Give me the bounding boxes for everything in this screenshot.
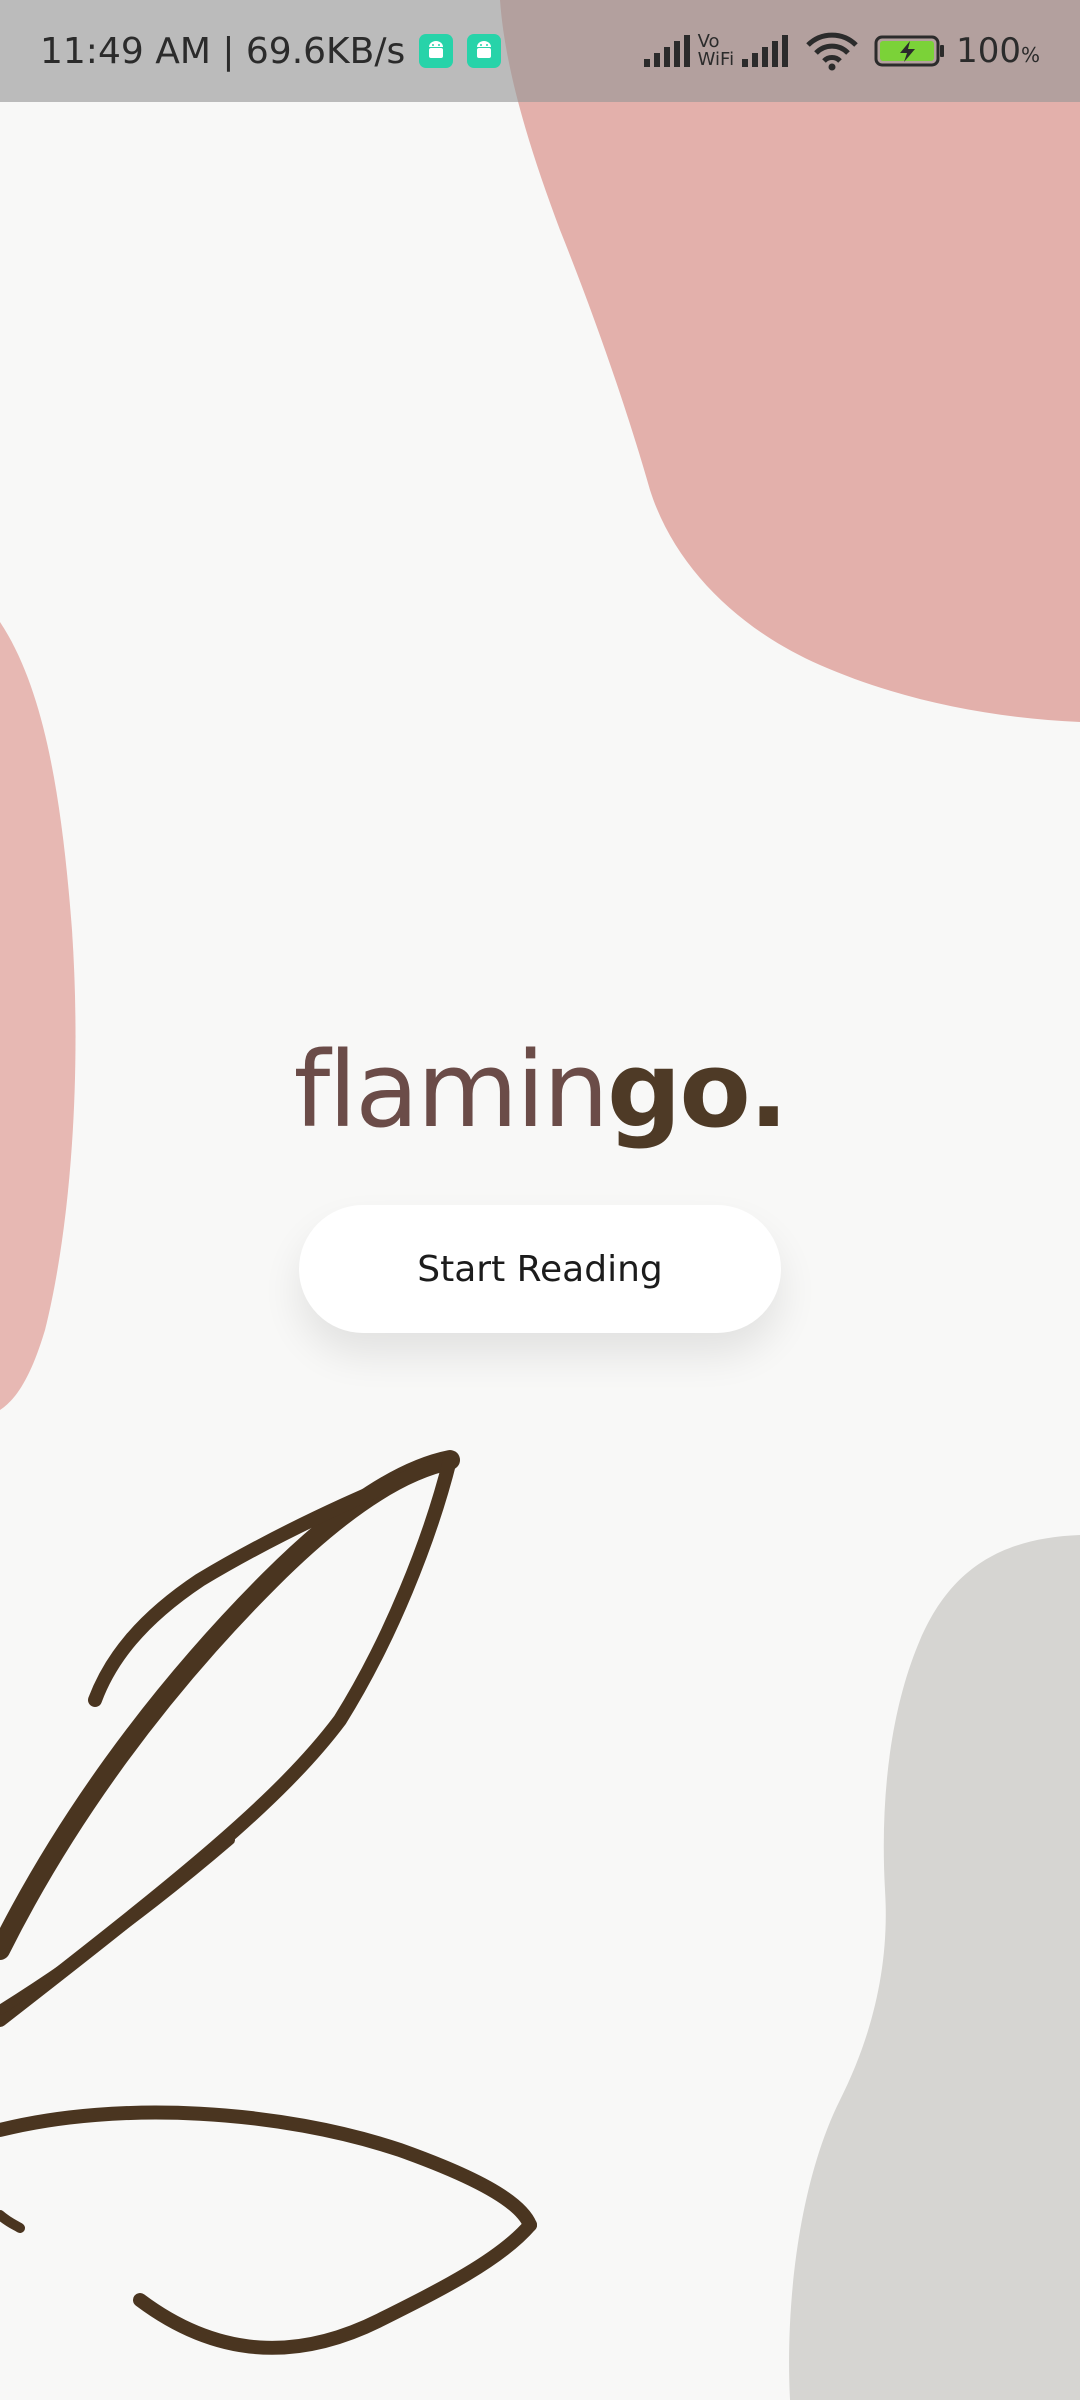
time-and-network-speed: 11:49 AM | 69.6KB/s [40,30,406,72]
status-bar: 11:49 AM | 69.6KB/s Vo WiFi 100% [0,0,1080,102]
cell-signal-icon [643,35,690,67]
pink-blob-top-right [500,0,1080,722]
battery-charging-icon [874,35,945,67]
android-icon [467,34,502,68]
leaf-illustration [0,1450,537,2355]
logo-text-bold: go. [606,1029,788,1151]
status-bar-left: 11:49 AM | 69.6KB/s [40,0,502,102]
logo-text-light: flamin [293,1029,609,1151]
background-illustration [0,0,1080,2400]
grey-blob-bottom-right [789,1535,1080,2400]
pink-blob-left [0,622,76,1410]
status-bar-right: Vo WiFi 100% [643,0,1040,102]
vowifi-label: Vo WiFi [697,31,735,70]
start-reading-button[interactable]: Start Reading [299,1205,781,1333]
app-logo: flamingo. [0,1025,1080,1155]
battery-percentage: 100% [956,31,1040,71]
android-icon [419,34,454,68]
cell-signal-icon [742,35,789,67]
wifi-icon [806,32,858,71]
